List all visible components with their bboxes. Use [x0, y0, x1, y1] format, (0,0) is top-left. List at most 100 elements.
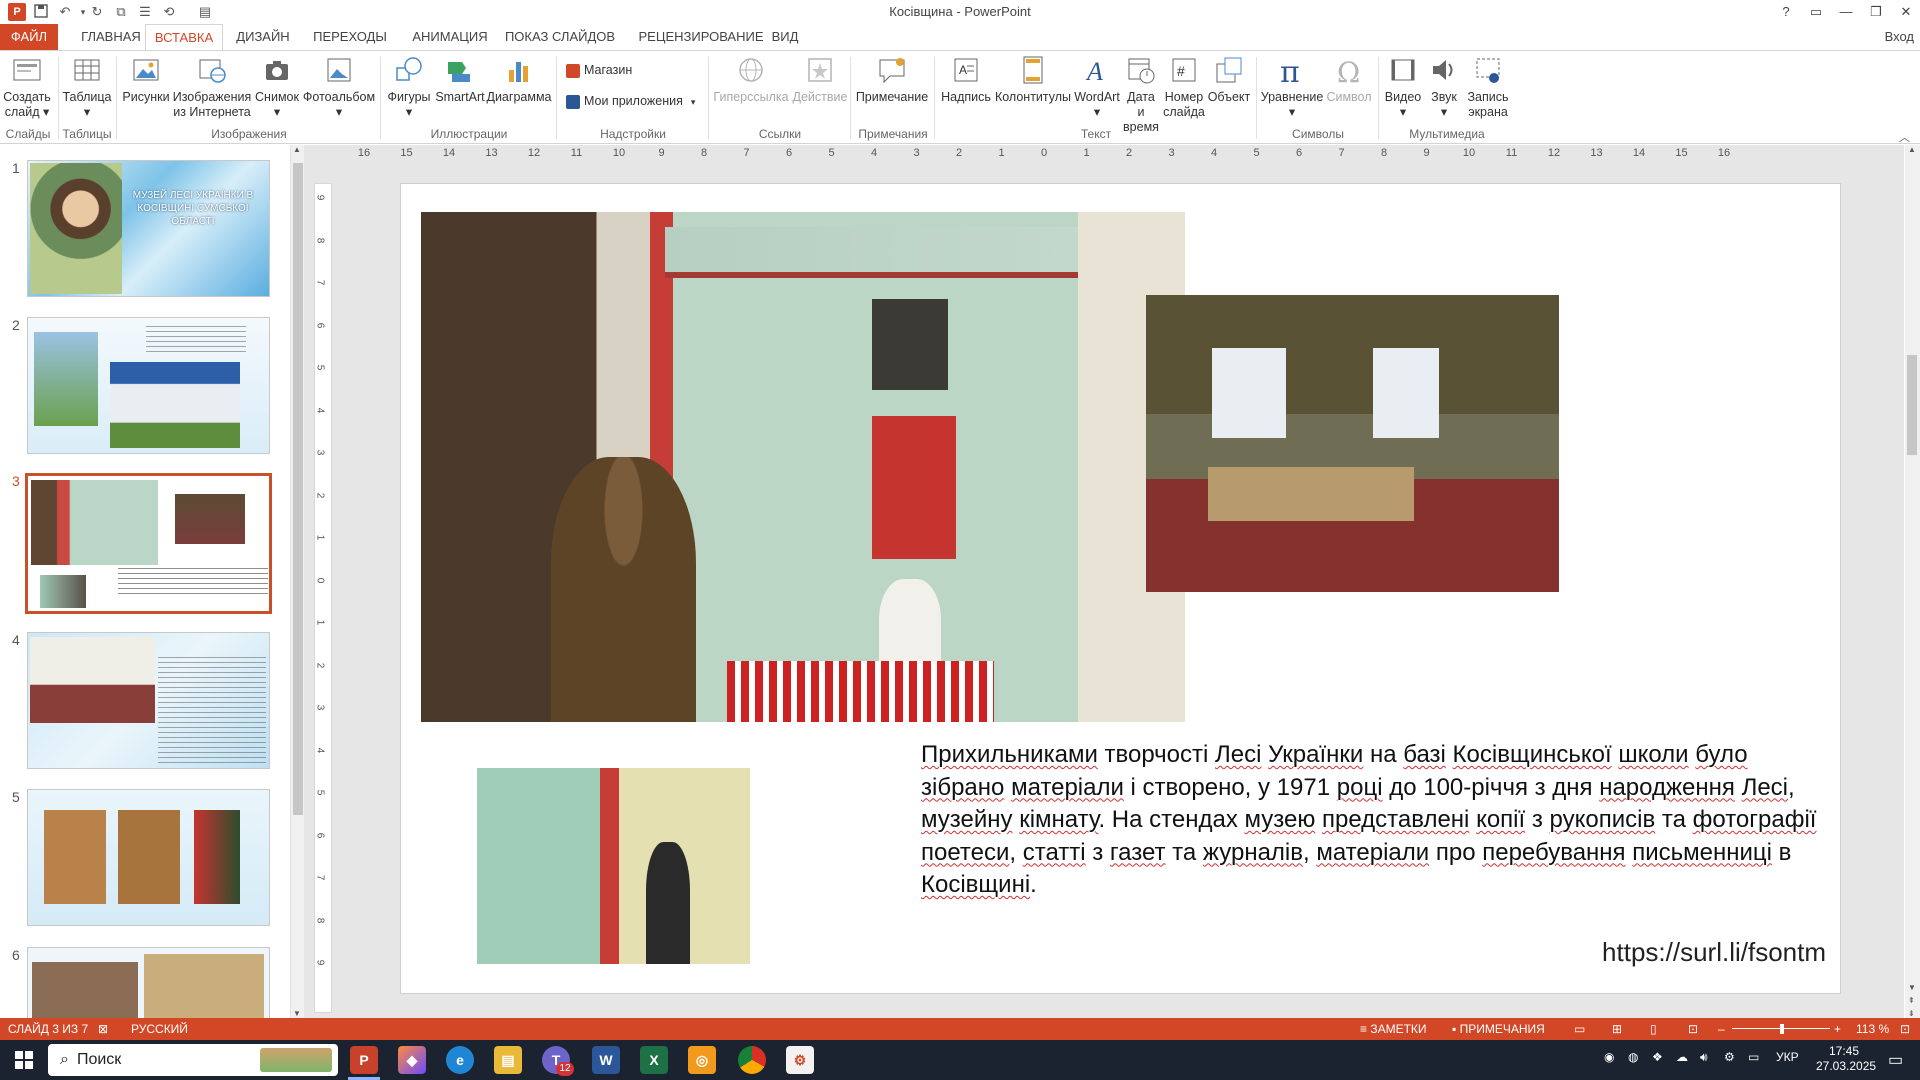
slide-number-button[interactable]: # Номер слайда: [1162, 54, 1206, 120]
ribbon-display-options-button[interactable]: ▭: [1804, 2, 1828, 22]
spell-check-icon[interactable]: ⊠: [98, 1018, 108, 1040]
input-language[interactable]: УКР: [1776, 1050, 1799, 1064]
powerpoint-app-icon[interactable]: P: [8, 3, 26, 21]
museum-stands-photo[interactable]: [421, 212, 1185, 722]
slide-thumbnail-5[interactable]: [27, 789, 270, 926]
new-slide-button[interactable]: Создать слайд ▾: [2, 54, 52, 120]
slide-thumbnail-2[interactable]: [27, 317, 270, 454]
zoom-slider-handle[interactable]: [1780, 1024, 1784, 1034]
museum-visitor-photo[interactable]: [477, 768, 750, 964]
taskbar-search-input[interactable]: ⌕ Поиск: [48, 1044, 338, 1076]
customize-quick-access-icon[interactable]: ▤: [196, 3, 214, 21]
onedrive-icon[interactable]: ☁: [1676, 1050, 1688, 1064]
start-from-beginning-icon[interactable]: ⧉: [112, 3, 130, 21]
smartart-button[interactable]: SmartArt: [434, 54, 486, 105]
shapes-button[interactable]: Фигуры ▾: [384, 54, 434, 120]
copilot-icon[interactable]: ◆: [398, 1046, 426, 1074]
tray-app-icon[interactable]: ◍: [1628, 1050, 1638, 1064]
repeat-icon[interactable]: ⟲: [160, 3, 178, 21]
file-explorer-icon[interactable]: ▤: [494, 1046, 522, 1074]
tray-app-icon[interactable]: ◉: [1604, 1050, 1614, 1064]
online-pictures-button[interactable]: Изображения из Интернета: [172, 54, 252, 120]
tab-animations[interactable]: АНИМАЦИЯ: [404, 24, 496, 50]
tray-app-icon[interactable]: ❖: [1652, 1050, 1663, 1064]
scroll-up-icon[interactable]: ▲: [293, 145, 301, 154]
museum-room-photo[interactable]: [1146, 295, 1559, 592]
maximize-button[interactable]: ❐: [1864, 2, 1888, 22]
source-link[interactable]: https://surl.li/fsontm: [1602, 937, 1826, 968]
minimize-button[interactable]: —: [1834, 2, 1858, 22]
help-button[interactable]: ?: [1774, 2, 1798, 22]
editor-scrollbar[interactable]: ▲ ▼ ⇞ ⇟: [1905, 145, 1920, 1018]
previous-slide-icon[interactable]: ⇞: [1908, 996, 1915, 1005]
store-button[interactable]: Магазин: [566, 61, 632, 79]
language-indicator[interactable]: РУССКИЙ: [131, 1018, 188, 1040]
settings-gear-icon[interactable]: ⚙: [786, 1046, 814, 1074]
slide-sorter-icon[interactable]: ⊞: [1612, 1018, 1622, 1040]
action-button[interactable]: Действие: [790, 54, 850, 105]
tab-view[interactable]: ВИД: [762, 24, 808, 50]
tray-app-icon[interactable]: ⚙: [1724, 1050, 1735, 1064]
screen-recording-button[interactable]: Запись экрана: [1464, 54, 1512, 120]
tab-file[interactable]: ФАЙЛ: [0, 24, 58, 50]
system-clock[interactable]: 17:45 27.03.2025: [1816, 1044, 1876, 1074]
comments-button[interactable]: ▪ ПРИМЕЧАНИЯ: [1452, 1018, 1545, 1040]
textbox-button[interactable]: A Надпись: [938, 54, 994, 105]
zoom-level[interactable]: 113 %: [1856, 1018, 1889, 1040]
slide-counter[interactable]: СЛАЙД 3 ИЗ 7: [8, 1018, 88, 1040]
scrollbar-thumb[interactable]: [293, 163, 303, 815]
volume-icon[interactable]: 🔊︎: [1700, 1050, 1708, 1065]
notes-button[interactable]: ≡ ЗАМЕТКИ: [1360, 1018, 1427, 1040]
collapse-ribbon-icon[interactable]: ︿: [1899, 129, 1910, 145]
slide-thumbnail-4[interactable]: [27, 632, 270, 769]
sign-in-link[interactable]: Вход: [1885, 24, 1914, 50]
touch-mode-icon[interactable]: ☰: [136, 3, 154, 21]
header-footer-button[interactable]: Колонтитулы: [994, 54, 1072, 105]
current-slide-canvas[interactable]: Прихильниками творчості Лесі Українки на…: [400, 183, 1841, 994]
date-time-button[interactable]: Дата и время: [1122, 54, 1160, 135]
scroll-down-icon[interactable]: ▼: [1908, 983, 1916, 992]
tab-home[interactable]: ГЛАВНАЯ: [70, 24, 152, 50]
audio-button[interactable]: Звук ▾: [1424, 54, 1464, 120]
edge-browser-icon[interactable]: e: [446, 1046, 474, 1074]
network-icon[interactable]: ▭: [1748, 1050, 1759, 1064]
scrollbar-thumb[interactable]: [1907, 355, 1917, 455]
reading-view-icon[interactable]: ▯: [1650, 1018, 1657, 1040]
fit-slide-icon[interactable]: ⊡: [1900, 1018, 1910, 1040]
windows-start-icon[interactable]: [10, 1046, 38, 1074]
redo-icon[interactable]: ↻: [88, 3, 106, 21]
equation-button[interactable]: π Уравнение ▾: [1260, 54, 1324, 120]
object-button[interactable]: Объект: [1206, 54, 1252, 105]
photo-album-button[interactable]: Фотоальбом ▾: [302, 54, 376, 120]
scroll-down-icon[interactable]: ▼: [293, 1009, 301, 1018]
slide-body-text[interactable]: Прихильниками творчості Лесі Українки на…: [921, 739, 1821, 902]
chrome-icon[interactable]: [738, 1046, 766, 1074]
slide-thumbnail-1[interactable]: МУЗЕЙ ЛЕСІ УКРАЇНКИ В КОСІВЩИНІ СУМСЬКОЇ…: [27, 160, 270, 297]
screenshot-button[interactable]: Снимок ▾: [252, 54, 302, 120]
my-apps-button[interactable]: Мои приложения ▾: [566, 92, 695, 110]
pictures-button[interactable]: Рисунки: [120, 54, 172, 105]
normal-view-icon[interactable]: ▭: [1574, 1018, 1585, 1040]
tab-review[interactable]: РЕЦЕНЗИРОВАНИЕ: [628, 24, 774, 50]
save-icon[interactable]: [32, 3, 50, 21]
undo-icon[interactable]: ↶: [56, 3, 74, 21]
slide-show-icon[interactable]: ⊡: [1688, 1018, 1698, 1040]
scroll-up-icon[interactable]: ▲: [1908, 145, 1916, 154]
tab-transitions[interactable]: ПЕРЕХОДЫ: [308, 24, 392, 50]
word-icon[interactable]: W: [592, 1046, 620, 1074]
table-button[interactable]: Таблица ▾: [62, 54, 112, 120]
video-button[interactable]: Видео ▾: [1382, 54, 1424, 120]
zoom-out-button[interactable]: –: [1718, 1018, 1725, 1040]
notifications-icon[interactable]: ▭: [1888, 1050, 1903, 1070]
paint-app-icon[interactable]: ◎: [688, 1046, 716, 1074]
powerpoint-taskbar-icon[interactable]: P: [350, 1046, 378, 1074]
close-button[interactable]: ✕: [1894, 2, 1918, 22]
zoom-in-button[interactable]: +: [1834, 1018, 1841, 1040]
next-slide-icon[interactable]: ⇟: [1908, 1009, 1915, 1018]
slide-thumbnail-3-selected[interactable]: [25, 473, 272, 614]
tab-design[interactable]: ДИЗАЙН: [230, 24, 296, 50]
wordart-button[interactable]: A WordArt ▾: [1072, 54, 1122, 120]
tab-slide-show[interactable]: ПОКАЗ СЛАЙДОВ: [502, 24, 618, 50]
comment-button[interactable]: Примечание: [854, 54, 930, 105]
excel-icon[interactable]: X: [640, 1046, 668, 1074]
